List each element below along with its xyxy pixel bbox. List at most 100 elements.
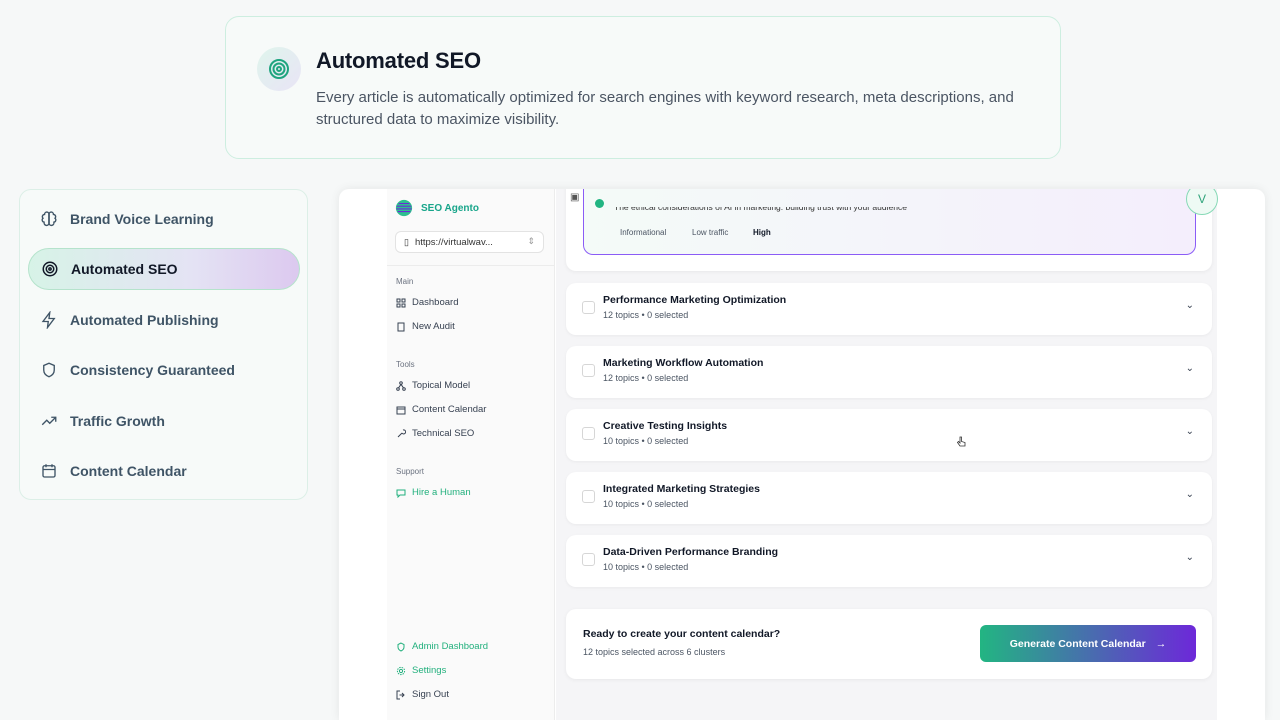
cluster-row[interactable]: Integrated Marketing Strategies 10 topic… — [566, 472, 1212, 524]
calendar-icon — [396, 406, 406, 414]
app-preview: SEO Agento ▯ https://virtualwav... ⇕ Mai… — [339, 189, 1265, 720]
feature-label: Consistency Guaranteed — [70, 362, 235, 378]
cluster-title: Integrated Marketing Strategies — [603, 483, 760, 495]
tag-traffic: Low traffic — [692, 228, 729, 237]
hero-description: Every article is automatically optimized… — [316, 89, 1014, 128]
nav-hire-human[interactable]: Hire a Human — [396, 487, 471, 498]
chat-icon — [396, 489, 406, 498]
nav-label: Technical SEO — [412, 428, 475, 439]
feature-item-traffic-growth[interactable]: Traffic Growth — [28, 400, 300, 442]
nav-label: New Audit — [412, 321, 455, 332]
logo-icon — [395, 199, 413, 217]
cta-title: Ready to create your content calendar? — [583, 628, 781, 640]
sidebar-toggle-icon[interactable]: ▣ — [570, 192, 579, 203]
cluster-row[interactable]: Performance Marketing Optimization 12 to… — [566, 283, 1212, 335]
network-icon — [396, 380, 406, 391]
feature-label: Brand Voice Learning — [70, 211, 214, 227]
cluster-row[interactable]: Data-Driven Performance Branding 10 topi… — [566, 535, 1212, 587]
chevron-down-icon[interactable]: ⌄ — [1186, 300, 1194, 311]
feature-item-automated-seo[interactable]: Automated SEO — [28, 248, 300, 290]
cluster-row[interactable]: Creative Testing Insights 10 topics • 0 … — [566, 409, 1212, 461]
feature-item-content-calendar[interactable]: Content Calendar — [28, 450, 300, 492]
generate-calendar-bar: Ready to create your content calendar? 1… — [566, 609, 1212, 679]
building-icon: ▯ — [404, 236, 409, 247]
feature-item-brand-voice[interactable]: Brand Voice Learning — [28, 198, 300, 240]
section-label-tools: Tools — [396, 360, 415, 369]
feature-item-consistency[interactable]: Consistency Guaranteed — [28, 349, 300, 391]
calendar-icon — [42, 464, 56, 478]
app-sidebar: SEO Agento ▯ https://virtualwav... ⇕ Mai… — [387, 189, 555, 720]
site-url: https://virtualwav... — [414, 236, 493, 248]
nav-label: Hire a Human — [412, 487, 471, 498]
nav-label: Admin Dashboard — [412, 641, 489, 652]
nav-dashboard[interactable]: Dashboard — [396, 297, 458, 308]
cluster-title: Data-Driven Performance Branding — [603, 546, 779, 558]
gear-icon — [396, 666, 406, 675]
cluster-meta: 10 topics • 0 selected — [603, 436, 689, 446]
target-icon — [257, 47, 301, 91]
target-icon — [42, 261, 58, 277]
feature-label: Automated SEO — [71, 261, 178, 277]
generate-calendar-button[interactable]: Generate Content Calendar → — [980, 625, 1196, 662]
document-icon — [397, 322, 405, 331]
chevron-updown-icon: ⇕ — [527, 236, 535, 246]
shield-icon — [397, 641, 405, 652]
brand-name: SEO Agento — [421, 202, 479, 214]
cluster-meta: 10 topics • 0 selected — [603, 499, 689, 509]
chevron-down-icon[interactable]: ⌄ — [1186, 426, 1194, 437]
lightning-icon — [41, 311, 56, 329]
nav-topical-model[interactable]: Topical Model — [396, 380, 470, 391]
tag-intent: Informational — [620, 228, 667, 237]
arrow-right-icon: → — [1155, 637, 1167, 650]
feature-item-automated-publishing[interactable]: Automated Publishing — [28, 299, 300, 341]
feature-label: Traffic Growth — [70, 413, 165, 429]
check-circle-icon — [595, 199, 604, 208]
nav-label: Dashboard — [412, 297, 459, 308]
button-label: Generate Content Calendar — [1009, 637, 1146, 650]
chevron-down-icon[interactable]: ⌄ — [1186, 552, 1194, 563]
grid-icon — [396, 298, 406, 307]
selected-topic-card: The ethical considerations of AI in mark… — [566, 189, 1212, 271]
cluster-meta: 12 topics • 0 selected — [603, 373, 689, 383]
chevron-down-icon[interactable]: ⌄ — [1186, 363, 1194, 374]
cluster-meta: 10 topics • 0 selected — [603, 562, 689, 572]
cluster-title: Marketing Workflow Automation — [603, 357, 764, 369]
section-label-main: Main — [396, 277, 414, 286]
shield-icon — [43, 362, 55, 378]
nav-label: Settings — [412, 665, 447, 676]
clusters-main: The ethical considerations of AI in mark… — [556, 189, 1217, 720]
feature-hero-card: Automated SEO Every article is automatic… — [225, 16, 1061, 159]
nav-new-audit[interactable]: New Audit — [396, 321, 455, 332]
cluster-title: Performance Marketing Optimization — [603, 294, 787, 306]
cluster-checkbox[interactable] — [582, 301, 595, 314]
nav-admin-dashboard[interactable]: Admin Dashboard — [396, 641, 488, 652]
nav-label: Sign Out — [412, 689, 449, 700]
chevron-down-icon[interactable]: ⌄ — [1186, 489, 1194, 500]
nav-content-calendar[interactable]: Content Calendar — [396, 404, 486, 415]
cluster-row[interactable]: Marketing Workflow Automation 12 topics … — [566, 346, 1212, 398]
nav-label: Topical Model — [412, 380, 471, 391]
cluster-title: Creative Testing Insights — [603, 420, 728, 432]
hero-title: Automated SEO — [316, 48, 481, 73]
brand[interactable]: SEO Agento — [395, 199, 479, 217]
cluster-checkbox[interactable] — [582, 427, 595, 440]
cluster-meta: 12 topics • 0 selected — [603, 310, 689, 320]
feature-label: Content Calendar — [70, 463, 187, 479]
pointer-cursor-icon — [957, 436, 966, 447]
cluster-checkbox[interactable] — [582, 490, 595, 503]
nav-technical-seo[interactable]: Technical SEO — [396, 428, 474, 439]
cluster-checkbox[interactable] — [582, 364, 595, 377]
site-selector[interactable]: ▯ https://virtualwav... ⇕ — [395, 231, 544, 253]
selected-topic[interactable]: The ethical considerations of AI in mark… — [583, 189, 1196, 255]
topic-title: The ethical considerations of AI in mark… — [614, 207, 907, 212]
feature-list: Brand Voice Learning Automated SEO Autom… — [19, 189, 308, 500]
sign-out-icon — [396, 690, 405, 699]
cluster-checkbox[interactable] — [582, 553, 595, 566]
tag-priority: High — [753, 228, 771, 237]
nav-label: Content Calendar — [412, 404, 487, 415]
nav-sign-out[interactable]: Sign Out — [396, 689, 449, 700]
cta-subtitle: 12 topics selected across 6 clusters — [583, 647, 726, 657]
trending-up-icon — [41, 416, 57, 426]
brain-icon — [41, 211, 57, 226]
nav-settings[interactable]: Settings — [396, 665, 446, 676]
